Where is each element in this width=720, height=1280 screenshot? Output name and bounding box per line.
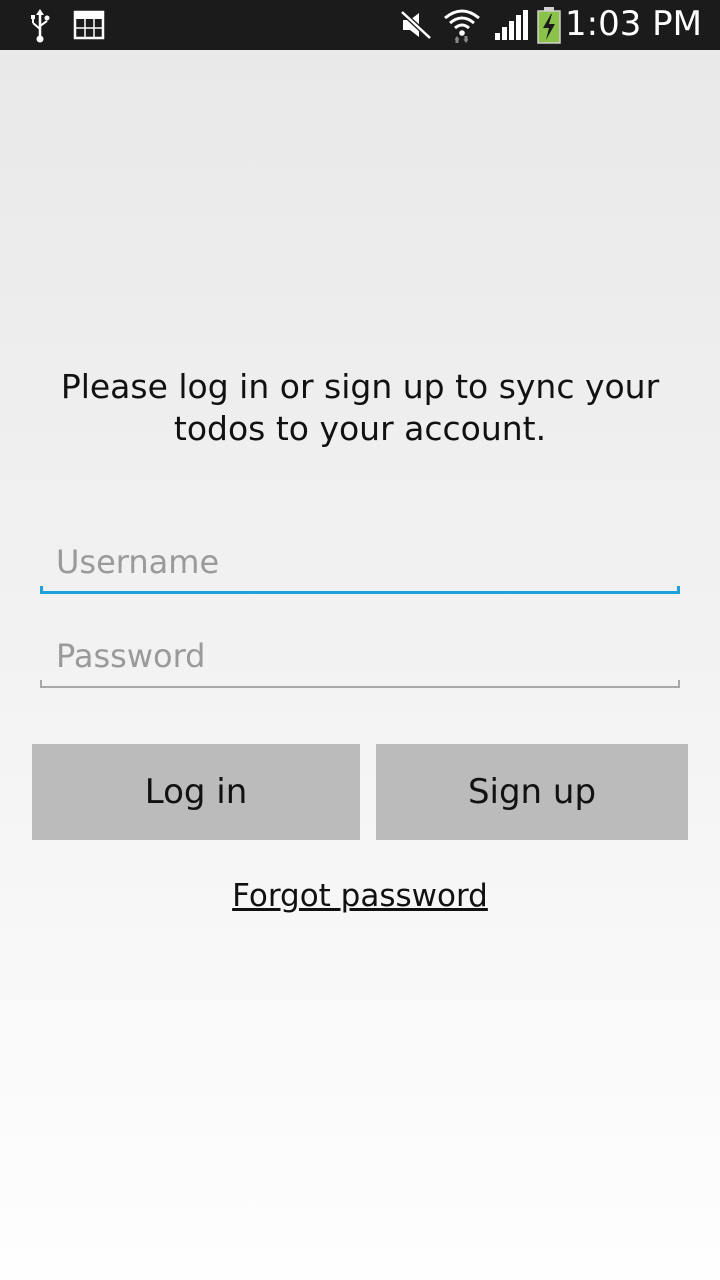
mute-icon (398, 0, 434, 50)
signup-button[interactable]: Sign up (376, 744, 688, 840)
username-input[interactable] (40, 534, 680, 590)
forgot-password-link[interactable]: Forgot password (232, 878, 488, 914)
password-underline (40, 680, 680, 688)
password-field-container (40, 628, 680, 688)
battery-charging-icon (534, 0, 564, 50)
status-bar: 1:03 PM (0, 0, 720, 50)
screenshot-gallery-icon (72, 0, 106, 50)
login-screen: Please log in or sign up to sync your to… (0, 50, 720, 1280)
usb-icon (26, 0, 54, 50)
password-input[interactable] (40, 628, 680, 684)
signal-icon (492, 0, 530, 50)
wifi-icon (442, 0, 482, 50)
forgot-password-container: Forgot password (0, 874, 720, 918)
login-button[interactable]: Log in (32, 744, 360, 840)
username-underline (40, 586, 680, 594)
login-prompt: Please log in or sign up to sync your to… (60, 367, 660, 448)
status-time: 1:03 PM (565, 4, 702, 44)
username-field-container (40, 534, 680, 594)
